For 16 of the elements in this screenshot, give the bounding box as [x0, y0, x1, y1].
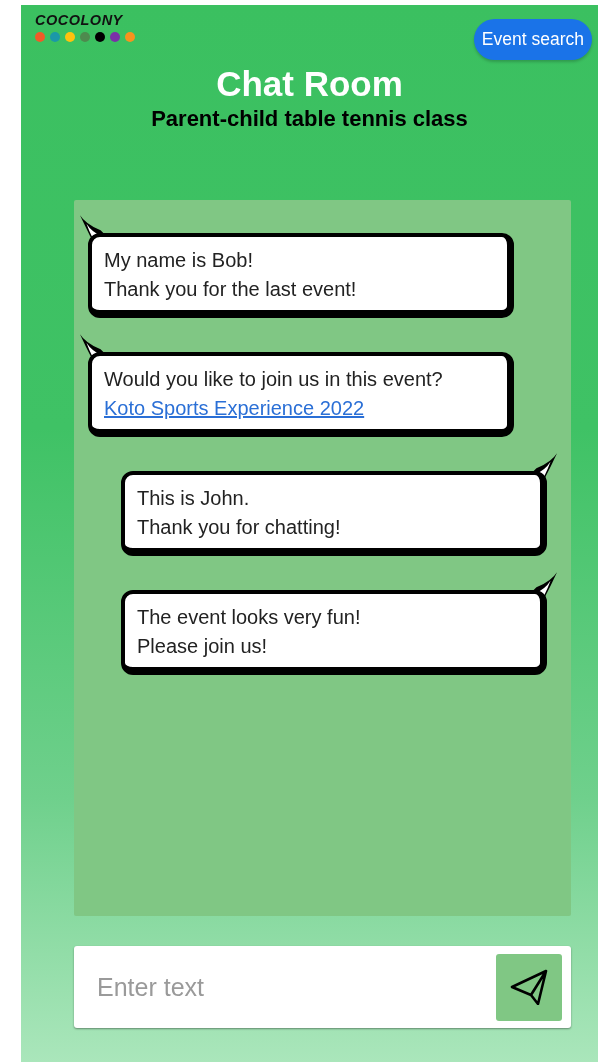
message-composer[interactable]: Enter text — [74, 946, 571, 1028]
message-text: Please join us! — [137, 634, 269, 659]
message-text: This is John. — [137, 486, 251, 511]
message-text: Would you like to join us in this event? — [104, 367, 444, 392]
paper-plane-icon — [510, 969, 548, 1005]
message-text: My name is Bob! — [104, 248, 254, 273]
send-button[interactable] — [496, 953, 562, 1021]
event-link[interactable]: Koto Sports Experience 2022 — [104, 394, 499, 423]
logo-text: COCOLONY — [35, 12, 124, 28]
message-input-field[interactable]: Enter text — [95, 971, 496, 1003]
event-search-button[interactable]: Event search — [473, 19, 592, 60]
page-title: Chat Room — [215, 63, 404, 105]
message-text: Thank you for chatting! — [137, 515, 342, 540]
page-subtitle: Parent-child table tennis class — [150, 105, 469, 133]
message-text: The event looks very fun! — [137, 605, 362, 630]
message-text: Thank you for the last event! — [104, 277, 358, 302]
